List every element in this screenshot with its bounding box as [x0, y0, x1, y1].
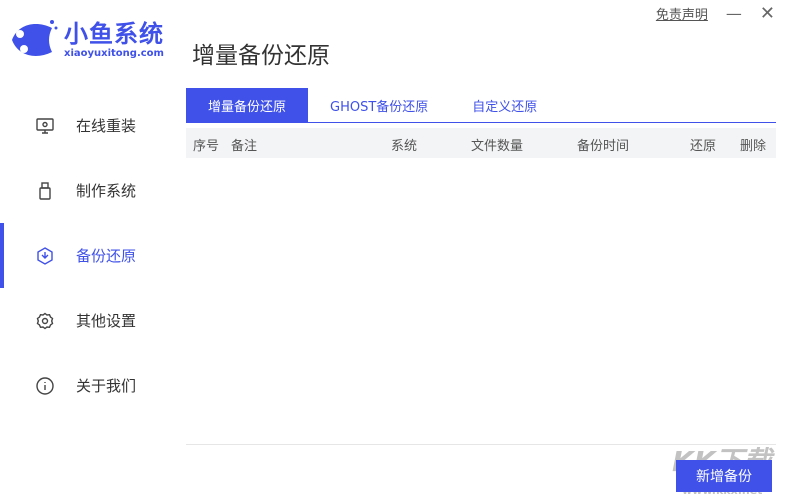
sidebar-item-label: 备份还原: [76, 247, 137, 265]
new-backup-button[interactable]: 新增备份: [676, 460, 772, 492]
info-icon: [36, 376, 54, 395]
sidebar-item-about-us[interactable]: 关于我们: [0, 353, 170, 418]
table-header: 序号 备注 系统 文件数量 备份时间 还原 删除: [186, 128, 776, 158]
minimize-button[interactable]: —: [726, 4, 742, 23]
tab-ghost-backup[interactable]: GHOST备份还原: [308, 88, 450, 122]
fish-logo-icon: [12, 20, 58, 56]
disclaimer-link[interactable]: 免责声明: [656, 4, 708, 23]
divider: [186, 444, 776, 445]
sidebar-item-label: 制作系统: [76, 182, 137, 200]
column-index: 序号: [193, 139, 220, 154]
column-restore: 还原: [690, 139, 717, 154]
sidebar-item-label: 其他设置: [76, 312, 137, 330]
sidebar-item-online-reinstall[interactable]: 在线重装: [0, 93, 170, 158]
gear-icon: [36, 312, 54, 330]
column-note: 备注: [231, 139, 258, 154]
monitor-icon: [36, 117, 54, 135]
window-controls: 免责声明 — ✕: [656, 3, 775, 24]
usb-icon: [36, 181, 54, 200]
sidebar: 在线重装 制作系统 备份还原 其他设置 关于我们: [0, 93, 170, 418]
logo: 小鱼系统 xiaoyuxitong.com: [8, 16, 164, 64]
sidebar-item-backup-restore[interactable]: 备份还原: [0, 223, 170, 288]
logo-url: xiaoyuxitong.com: [64, 48, 164, 59]
sidebar-item-label: 关于我们: [76, 377, 137, 395]
column-file-count: 文件数量: [471, 139, 524, 154]
tab-custom-restore[interactable]: 自定义还原: [450, 88, 559, 122]
page-title: 增量备份还原: [192, 43, 330, 69]
sidebar-item-make-system[interactable]: 制作系统: [0, 158, 170, 223]
sidebar-item-label: 在线重装: [76, 117, 137, 135]
tab-bar: 增量备份还原 GHOST备份还原 自定义还原: [186, 88, 776, 123]
column-system: 系统: [391, 139, 418, 154]
close-button[interactable]: ✕: [760, 3, 775, 24]
sidebar-item-other-settings[interactable]: 其他设置: [0, 288, 170, 353]
tab-incremental-backup[interactable]: 增量备份还原: [186, 88, 309, 122]
column-backup-time: 备份时间: [577, 139, 630, 154]
logo-name: 小鱼系统: [64, 20, 164, 48]
backup-icon: [36, 246, 54, 265]
column-delete: 删除: [740, 139, 767, 154]
